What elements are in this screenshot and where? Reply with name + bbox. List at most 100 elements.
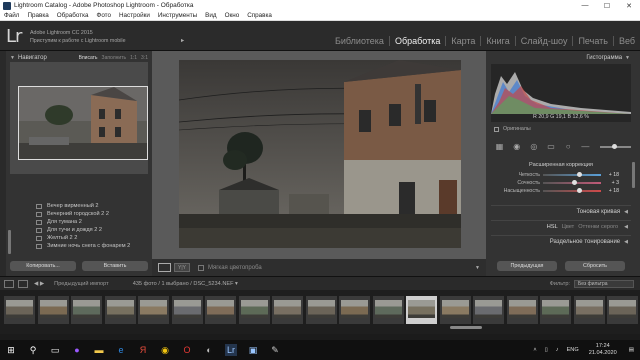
module-develop[interactable]: Обработка (388, 36, 445, 46)
menu-develop[interactable]: Обработка (53, 12, 93, 19)
expand-triangle-icon[interactable]: ◀ (624, 239, 628, 245)
zoom-fill-option[interactable]: Заполнить (102, 55, 127, 61)
identity-plate[interactable]: Adobe Lightroom CC 2015 Приступим к рабо… (30, 29, 185, 45)
filmstrip-thumbnail[interactable] (339, 296, 370, 324)
expand-triangle-icon[interactable]: ◀ (624, 209, 628, 215)
slider-value[interactable]: + 18 (601, 172, 619, 178)
filter-select[interactable]: Без фильтра (574, 279, 634, 288)
close-button[interactable]: ✕ (618, 2, 640, 10)
module-library[interactable]: Библиотека (330, 36, 389, 46)
menu-window[interactable]: Окно (221, 12, 244, 19)
clock[interactable]: 17:24 21.04.2020 (589, 343, 617, 357)
slider-knob[interactable] (571, 180, 577, 185)
slider-value[interactable]: + 3 (601, 180, 619, 186)
soft-proofing-checkbox[interactable] (198, 264, 204, 271)
filmstrip-thumbnail[interactable] (406, 296, 437, 324)
zoom-3to1-option[interactable]: 3:1 (141, 55, 148, 61)
radial-filter-icon[interactable]: ○ (564, 142, 573, 152)
module-slideshow[interactable]: Слайд-шоу (514, 36, 573, 46)
yandex-browser-icon[interactable]: Я (137, 344, 149, 356)
module-book[interactable]: Книга (480, 36, 514, 46)
filmstrip-thumbnail[interactable] (71, 296, 102, 324)
tool-taskbar-icon[interactable]: ✎ (269, 344, 281, 356)
filmstrip-thumbnail[interactable] (4, 296, 35, 324)
edge-icon[interactable]: e (115, 344, 127, 356)
clarity-slider-row[interactable]: Четкость + 18 (491, 171, 631, 179)
filmstrip-thumbnail[interactable] (171, 296, 203, 324)
filmstrip-thumbnail[interactable] (305, 296, 337, 324)
menu-file[interactable]: Файл (0, 12, 23, 19)
navigator-thumbnail[interactable] (18, 86, 148, 160)
paste-settings-button[interactable]: Вставить (82, 261, 148, 271)
right-panel-scrollbar[interactable] (632, 162, 635, 188)
language-indicator[interactable]: ENG (567, 347, 579, 353)
second-window-button[interactable] (4, 279, 14, 288)
module-map[interactable]: Карта (445, 36, 480, 46)
opera-icon[interactable]: O (181, 344, 193, 356)
menu-photo[interactable]: Фото (93, 12, 115, 19)
filmstrip-thumbnail[interactable] (205, 296, 236, 324)
menu-view[interactable]: Вид (201, 12, 220, 19)
zoom-1to1-option[interactable]: 1:1 (130, 55, 137, 61)
preset-item[interactable]: Желтый 2 2 (10, 234, 142, 242)
filmstrip-thumbnail[interactable] (439, 296, 471, 324)
filmstrip-thumbnail[interactable] (607, 296, 638, 324)
previous-settings-button[interactable]: Предыдущая (497, 261, 557, 271)
filmstrip-thumbnail[interactable] (540, 296, 571, 324)
before-after-button[interactable]: Y|Y (174, 263, 190, 272)
expand-triangle-icon[interactable]: ◀ (624, 224, 628, 230)
module-print[interactable]: Печать (572, 36, 612, 46)
menu-help[interactable]: Справка (243, 12, 276, 19)
slider-value[interactable]: + 18 (601, 188, 619, 194)
cortana-icon[interactable]: ● (71, 344, 83, 356)
lightroom-taskbar-icon[interactable]: Lr (225, 344, 237, 356)
zoom-fit-option[interactable]: Вписать (79, 55, 98, 61)
loupe-view-button[interactable] (158, 263, 171, 272)
slider-knob[interactable] (576, 188, 582, 193)
tab-color[interactable]: Цвет (562, 224, 575, 230)
file-explorer-icon[interactable]: ▬ (93, 344, 105, 356)
filmstrip-thumbnail[interactable] (272, 296, 303, 324)
search-icon[interactable]: ⚲ (27, 344, 39, 356)
presets-scrollbar[interactable] (8, 230, 11, 254)
notifications-icon[interactable]: ▤ (629, 347, 634, 353)
red-eye-icon[interactable]: ◎ (529, 142, 538, 152)
preset-item[interactable]: Зимние ночь снега с фонарем 2 (10, 242, 142, 250)
filmstrip-thumbnail[interactable] (372, 296, 404, 324)
selection-info[interactable]: 435 фото / 1 выбрано / DSC_5234.NEF ▾ (133, 281, 238, 287)
graduated-filter-icon[interactable]: ▭ (546, 142, 555, 152)
tab-hsl[interactable]: HSL (547, 224, 558, 230)
filmstrip-thumbnail[interactable] (238, 296, 270, 324)
histogram-header[interactable]: Гистограмма ▼ (496, 55, 630, 61)
menu-edit[interactable]: Правка (23, 12, 52, 19)
menu-tools[interactable]: Инструменты (154, 12, 201, 19)
spot-removal-icon[interactable]: ◉ (512, 142, 521, 152)
filmstrip-thumbnail[interactable] (138, 296, 169, 324)
minimize-button[interactable]: — (574, 2, 596, 9)
chrome-icon[interactable]: ◉ (159, 344, 171, 356)
menu-settings[interactable]: Настройки (115, 12, 154, 19)
filmstrip-thumbnail[interactable] (37, 296, 69, 324)
nav-arrows-icon[interactable]: ◀ ▶ (34, 281, 44, 287)
preset-item[interactable]: Вечерний городской 2 2 (10, 210, 142, 218)
tool-amount-slider[interactable] (599, 144, 632, 149)
filmstrip-thumbnail[interactable] (473, 296, 504, 324)
navigator-header[interactable]: ▼ Навигатор Вписать Заполнить 1:1 3:1 (10, 53, 148, 62)
crop-icon[interactable]: ▦ (495, 142, 504, 152)
preset-item[interactable]: Для тумана 2 (10, 218, 142, 226)
volume-icon[interactable]: ♪ (556, 347, 559, 353)
tone-curve-header[interactable]: Тоновая кривая ◀ (491, 205, 631, 217)
slider-track[interactable] (543, 188, 601, 193)
filmstrip-thumbnail[interactable] (506, 296, 538, 324)
media-player-icon[interactable]: ◐ (203, 344, 215, 356)
preset-item[interactable]: Вечер вирменный 2 (10, 202, 142, 210)
slider-track[interactable] (543, 172, 601, 177)
chevron-up-icon[interactable]: ˄ (533, 347, 536, 353)
preset-item[interactable]: Для тучи и дождя 2 2 (10, 226, 142, 234)
brush-icon[interactable]: — (581, 142, 590, 152)
slider-track[interactable] (543, 180, 601, 185)
vibrance-slider-row[interactable]: Сочность + 3 (491, 179, 631, 187)
play-arrow-icon[interactable]: ► (180, 37, 185, 45)
left-panel-gutter[interactable] (0, 51, 6, 276)
maximize-button[interactable]: ☐ (596, 2, 618, 10)
